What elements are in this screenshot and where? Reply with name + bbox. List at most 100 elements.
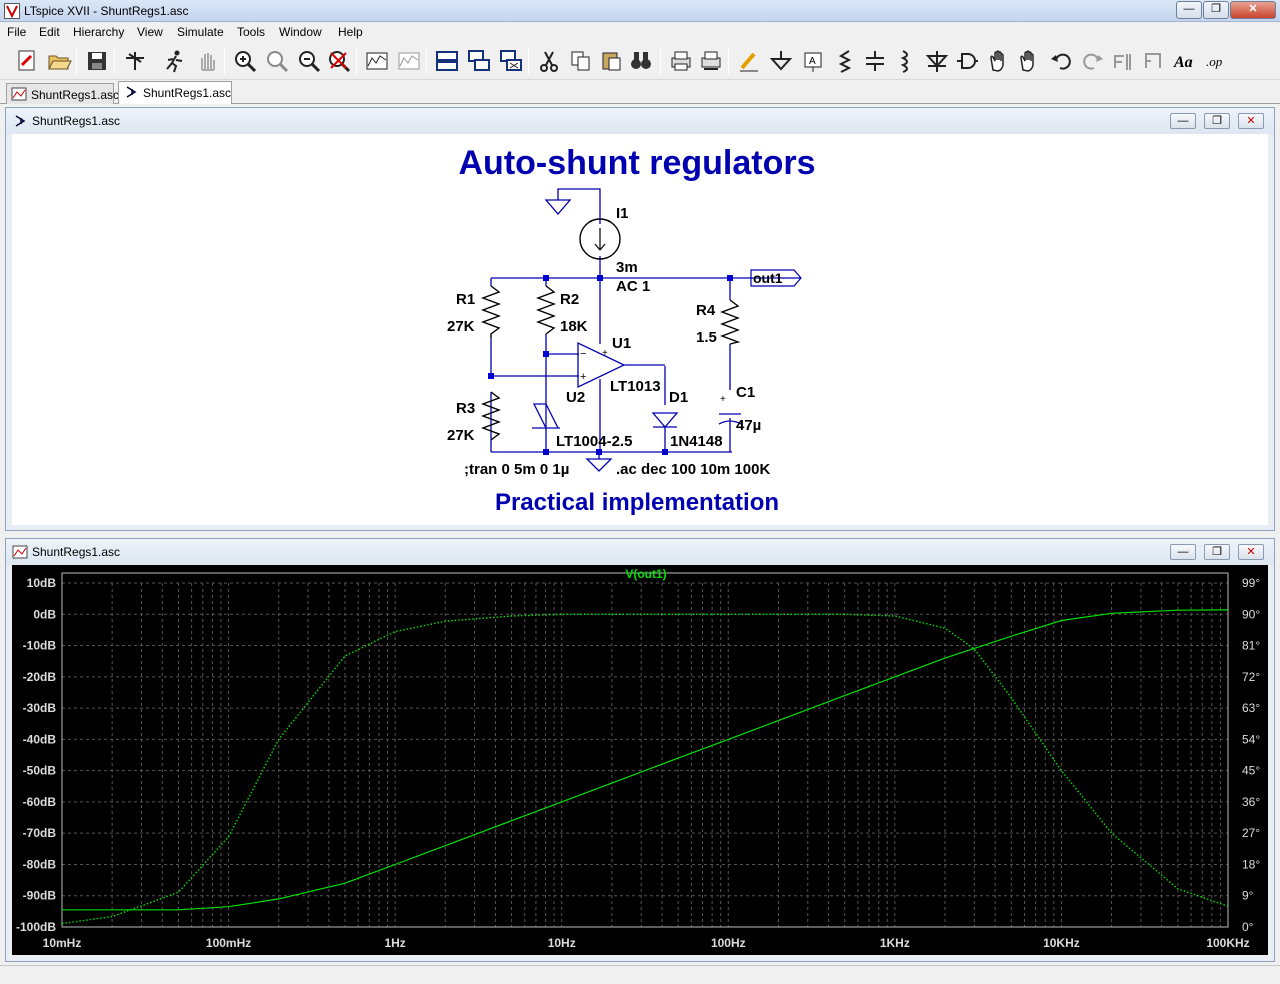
menu-window[interactable]: Window [279, 25, 322, 39]
pick-visible-traces-icon[interactable] [396, 48, 422, 74]
menu-simulate[interactable]: Simulate [177, 25, 224, 39]
ground-icon[interactable] [768, 48, 794, 74]
i1-value[interactable]: 3m [616, 259, 638, 276]
r3-value[interactable]: 27K [447, 427, 475, 444]
halt-icon[interactable] [194, 48, 220, 74]
minimize-button[interactable]: — [1176, 1, 1202, 19]
zoom-cancel-icon[interactable] [326, 48, 352, 74]
menu-help[interactable]: Help [338, 25, 363, 39]
r3-label[interactable]: R3 [456, 400, 475, 417]
i1-ac[interactable]: AC 1 [616, 278, 650, 295]
menu-view[interactable]: View [137, 25, 163, 39]
open-icon[interactable] [46, 48, 72, 74]
zoom-out-icon[interactable] [296, 48, 322, 74]
rotate-icon[interactable] [1110, 48, 1136, 74]
inductor-icon[interactable] [892, 48, 918, 74]
component-icon[interactable] [954, 48, 980, 74]
schematic-icon [126, 86, 137, 98]
y-left-tick-label: 10dB [27, 576, 57, 590]
run-icon[interactable] [162, 48, 188, 74]
text-icon[interactable]: Aa [1172, 48, 1198, 74]
x-tick-label: 1KHz [880, 936, 910, 950]
menu-file[interactable]: File [7, 25, 26, 39]
spice-directive-icon[interactable]: .op [1204, 48, 1230, 74]
menu-hierarchy[interactable]: Hierarchy [73, 25, 124, 39]
u1-label[interactable]: U1 [612, 335, 631, 352]
drag-icon[interactable] [1016, 48, 1042, 74]
toolbar: A Aa .op [0, 42, 1280, 80]
menu-edit[interactable]: Edit [39, 25, 60, 39]
schematic-title: Auto-shunt regulators [459, 144, 816, 182]
y-axis-right: 99° 90° 81° 72° 63° 54° 45° 36° 27° 18° 9° 0° [1242, 576, 1260, 934]
u2-label[interactable]: U2 [566, 389, 585, 406]
plot-grid [61, 582, 1228, 928]
schematic-subtitle: Practical implementation [495, 489, 779, 516]
autorange-icon[interactable] [364, 48, 390, 74]
r1-label[interactable]: R1 [456, 291, 475, 308]
r1-value[interactable]: 27K [447, 318, 475, 335]
undo-icon[interactable] [1048, 48, 1074, 74]
tab-schematic[interactable]: ShuntRegs1.asc [118, 81, 232, 104]
tile-horizontal-icon[interactable] [434, 48, 460, 74]
copy-icon[interactable] [568, 48, 594, 74]
r4-value[interactable]: 1.5 [696, 329, 717, 346]
waveform-close-button[interactable]: ✕ [1238, 544, 1264, 560]
i1-label[interactable]: I1 [616, 205, 629, 222]
schematic-close-button[interactable]: ✕ [1238, 113, 1264, 129]
find-icon[interactable] [628, 48, 654, 74]
c1-value[interactable]: 47µ [736, 417, 761, 434]
close-windows-icon[interactable] [498, 48, 524, 74]
paste-icon[interactable] [598, 48, 624, 74]
schematic-icon [15, 115, 26, 127]
capacitor-icon[interactable] [862, 48, 888, 74]
zoom-full-icon[interactable] [264, 48, 290, 74]
r2-label[interactable]: R2 [560, 291, 579, 308]
print-setup-icon[interactable] [698, 48, 724, 74]
maximize-button[interactable]: ❐ [1203, 1, 1229, 19]
r2-value[interactable]: 18K [560, 318, 588, 335]
tab-label: ShuntRegs1.asc [31, 88, 120, 102]
ac-directive[interactable]: .ac dec 100 10m 100K [616, 461, 770, 478]
d1-label[interactable]: D1 [669, 389, 688, 406]
tran-directive[interactable]: ;tran 0 5m 0 1µ [464, 461, 569, 478]
y-axis-left: 10dB 0dB -10dB -20dB -30dB -40dB -50dB -60dB -70… [16, 576, 56, 934]
u2-model[interactable]: LT1004-2.5 [556, 433, 632, 450]
move-icon[interactable] [986, 48, 1012, 74]
schematic-restore-button[interactable]: ❐ [1204, 113, 1230, 129]
y-right-tick-label: 27° [1242, 826, 1260, 840]
svg-text:.op: .op [1206, 54, 1223, 69]
toolbar-separator [356, 48, 357, 74]
schematic-canvas[interactable]: Auto-shunt regulators Practical implemen… [12, 134, 1268, 525]
trace-label[interactable]: V(out1) [625, 567, 666, 581]
waveform-plot[interactable]: 10dB 0dB -10dB -20dB -30dB -40dB -50dB -60dB -70… [12, 565, 1268, 955]
d1-model[interactable]: 1N4148 [670, 433, 723, 450]
y-left-tick-label: -20dB [23, 670, 57, 684]
close-button[interactable]: ✕ [1230, 1, 1276, 19]
c1-label[interactable]: C1 [736, 384, 755, 401]
cascade-icon[interactable] [466, 48, 492, 74]
waveform-minimize-button[interactable]: — [1170, 544, 1196, 560]
net-label-out1[interactable]: out1 [753, 270, 783, 286]
y-left-tick-label: -10dB [23, 639, 57, 653]
toolbar-separator [426, 48, 427, 74]
mirror-icon[interactable] [1140, 48, 1166, 74]
schematic-minimize-button[interactable]: — [1170, 113, 1196, 129]
waveform-restore-button[interactable]: ❐ [1204, 544, 1230, 560]
y-right-tick-label: 54° [1242, 732, 1260, 746]
r4-label[interactable]: R4 [696, 302, 716, 319]
print-icon[interactable] [668, 48, 694, 74]
x-axis: 10mHz 100mHz 1Hz 10Hz 100Hz 1KHz 10KHz 100KHz [43, 936, 1250, 950]
new-schematic-icon[interactable] [14, 48, 40, 74]
cut-icon[interactable] [536, 48, 562, 74]
label-net-icon[interactable]: A [800, 48, 826, 74]
u1-model[interactable]: LT1013 [610, 378, 661, 395]
diode-icon[interactable] [924, 48, 950, 74]
menu-tools[interactable]: Tools [237, 25, 265, 39]
save-icon[interactable] [84, 48, 110, 74]
control-panel-icon[interactable] [122, 48, 148, 74]
redo-icon[interactable] [1080, 48, 1106, 74]
tab-waveform[interactable]: ShuntRegs1.asc [6, 83, 119, 104]
resistor-icon[interactable] [832, 48, 858, 74]
draw-wire-icon[interactable] [736, 48, 762, 74]
zoom-in-icon[interactable] [232, 48, 258, 74]
